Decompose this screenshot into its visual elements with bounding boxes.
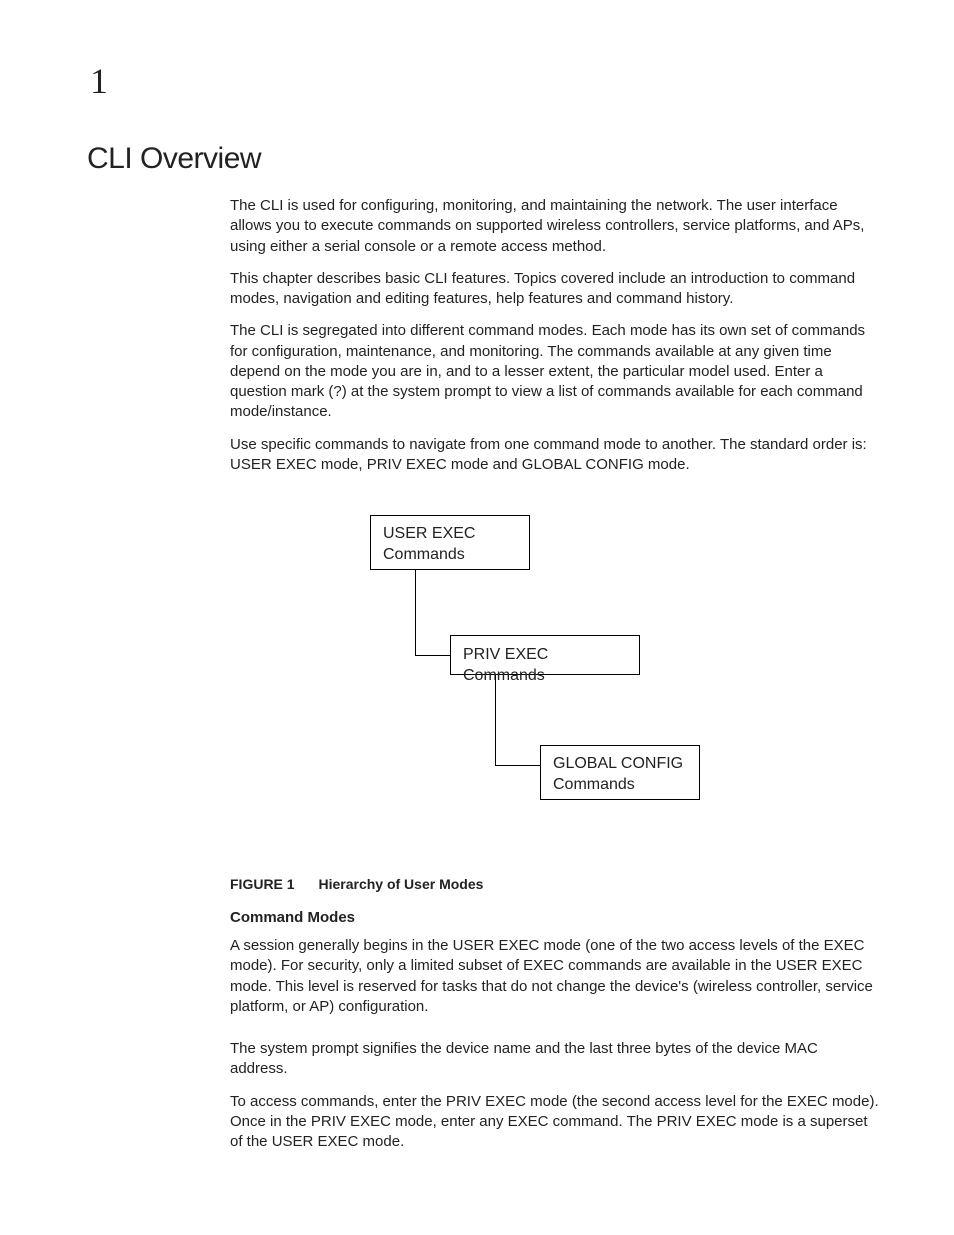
chapter-number: 1 bbox=[90, 60, 879, 102]
body-paragraph: The system prompt signifies the device n… bbox=[230, 1039, 879, 1080]
hierarchy-diagram: USER EXEC Commands PRIV EXEC Commands GL… bbox=[230, 505, 879, 855]
subheading: Command Modes bbox=[230, 908, 879, 928]
diagram-text: Commands bbox=[383, 545, 517, 566]
figure-label: FIGURE 1 Hierarchy of User Modes bbox=[230, 875, 879, 894]
body-paragraph: This chapter describes basic CLI feature… bbox=[230, 269, 879, 310]
page-title: CLI Overview bbox=[87, 142, 882, 176]
diagram-box-global-config: GLOBAL CONFIG Commands bbox=[540, 745, 700, 800]
figure-number: FIGURE 1 bbox=[230, 876, 295, 892]
body-paragraph: To access commands, enter the PRIV EXEC … bbox=[230, 1092, 879, 1153]
diagram-connector bbox=[415, 655, 450, 656]
body-paragraph: A session generally begins in the USER E… bbox=[230, 936, 879, 1017]
diagram-text: Commands bbox=[553, 775, 687, 796]
diagram-text: USER EXEC bbox=[383, 524, 517, 545]
body-paragraph: Use specific commands to navigate from o… bbox=[230, 435, 879, 476]
diagram-box-user-exec: USER EXEC Commands bbox=[370, 515, 530, 570]
diagram-text: GLOBAL CONFIG bbox=[553, 754, 687, 775]
diagram-connector bbox=[495, 765, 540, 766]
diagram-box-priv-exec: PRIV EXEC Commands bbox=[450, 635, 640, 675]
diagram-connector bbox=[495, 675, 496, 765]
body-paragraph: The CLI is used for configuring, monitor… bbox=[230, 196, 879, 257]
diagram-text: PRIV EXEC Commands bbox=[463, 645, 627, 687]
figure-caption: Hierarchy of User Modes bbox=[318, 876, 483, 892]
diagram-connector bbox=[415, 570, 416, 655]
body-paragraph: The CLI is segregated into different com… bbox=[230, 321, 879, 422]
